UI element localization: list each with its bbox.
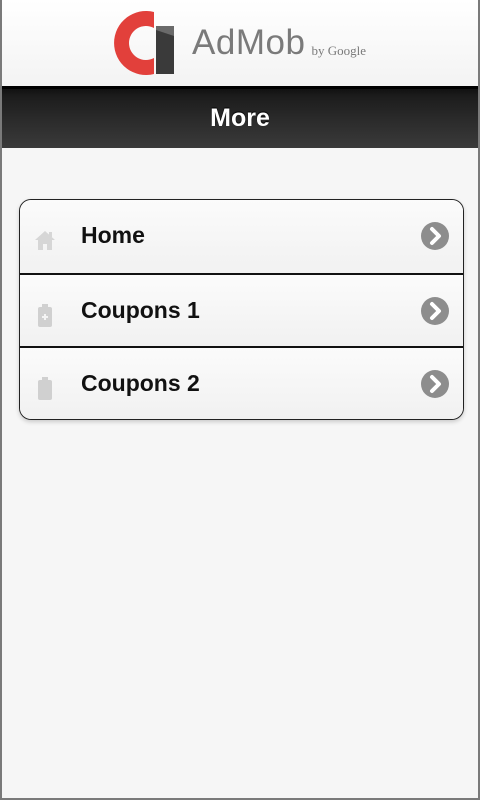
menu-item-label: Home (81, 222, 145, 248)
admob-logo-icon (114, 10, 175, 75)
coupon-icon (38, 377, 52, 400)
chevron-right-icon (421, 297, 449, 325)
menu-item-label: Coupons 1 (81, 297, 200, 323)
chevron-right-icon (421, 370, 449, 398)
menu-item-coupons-1[interactable]: Coupons 1 (20, 273, 463, 346)
menu-list: Home Coupons 1 Coupons 2 (19, 199, 464, 420)
ad-byline: by Google (311, 43, 366, 58)
menu-item-label: Coupons 2 (81, 370, 200, 396)
coupon-icon (38, 304, 52, 327)
header-bar: More (2, 86, 478, 148)
home-icon (35, 231, 55, 250)
menu-item-coupons-2[interactable]: Coupons 2 (20, 346, 463, 419)
ad-banner[interactable]: AdMob by Google (2, 0, 478, 86)
page-title: More (210, 104, 270, 132)
chevron-right-icon (421, 222, 449, 250)
menu-item-home[interactable]: Home (20, 200, 463, 273)
ad-brand-name: AdMob (192, 23, 306, 62)
app-screen: AdMob by Google More Home Coupons 1 Coup… (0, 0, 480, 800)
